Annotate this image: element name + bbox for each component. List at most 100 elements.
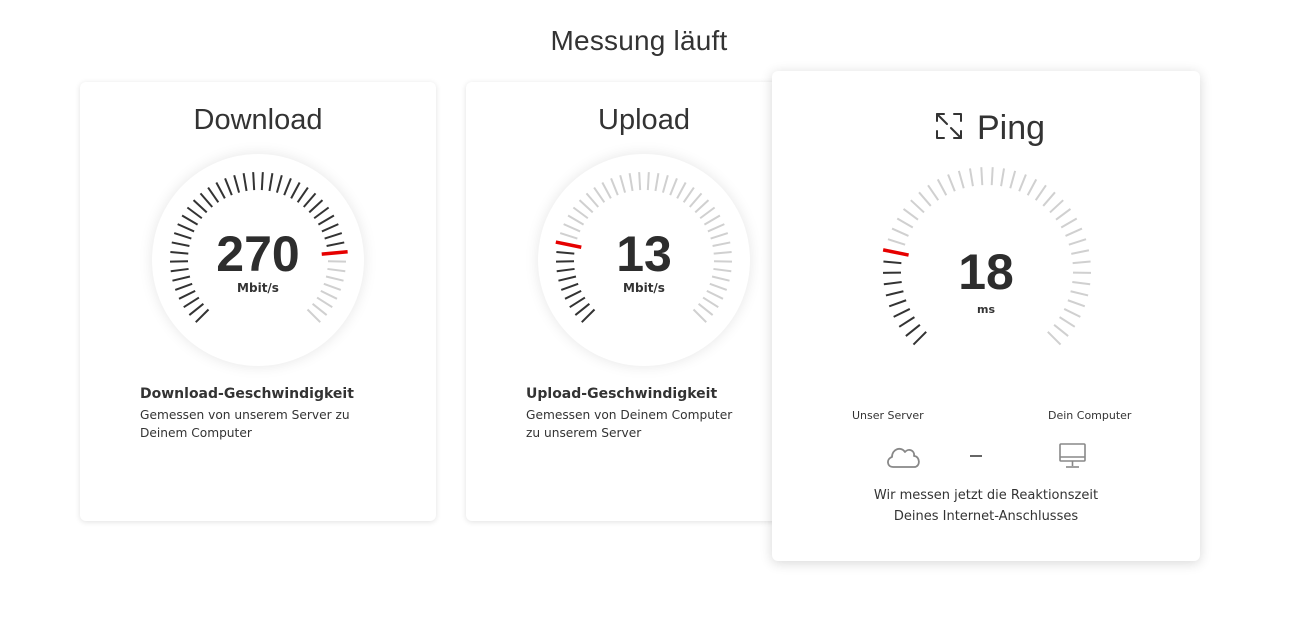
upload-gauge-tick (697, 303, 714, 316)
upload-gauge-tick (682, 186, 695, 203)
ping-gauge-tick (891, 227, 909, 237)
ping-footer-line2: Deines Internet-Anschlusses (893, 509, 1079, 524)
download-gauge-tick (296, 186, 309, 203)
upload-heading: Upload-Geschwindigkeit (526, 386, 718, 402)
download-unit: Mbit/s (237, 281, 279, 295)
download-gauge-tick (224, 178, 233, 196)
monitor-icon (1059, 443, 1086, 468)
download-gauge-tick (183, 296, 200, 309)
server-label: Unser Server (852, 409, 924, 422)
ping-gauge-tick (1034, 184, 1047, 201)
download-gauge-tick (181, 214, 199, 226)
ping-gauge-tick (910, 199, 925, 214)
upload-gauge-tick (638, 172, 642, 191)
download-gauge-tick (308, 199, 324, 214)
ping-gauge-tick (968, 168, 974, 187)
download-gauge-tick (215, 182, 226, 199)
upload-gauge: 13 Mbit/s (538, 154, 750, 366)
download-gauge-tick (316, 296, 333, 309)
ping-gauge-tick (1059, 316, 1076, 328)
upload-gauge-tick (688, 192, 703, 208)
download-gauge-tick (186, 206, 203, 220)
ping-gauge-tick (927, 184, 940, 201)
upload-card: Upload 13 Mbit/s Upload-Geschwindigkeit … (466, 82, 822, 521)
ping-gauge-tick (936, 178, 948, 196)
download-gauge: 270 Mbit/s (152, 154, 364, 366)
download-description: Gemessen von unserem Server zu Deinem Co… (140, 408, 350, 440)
download-gauge-tick (306, 308, 321, 323)
download-gauge-tick (199, 192, 214, 208)
upload-gauge-tick (628, 173, 634, 192)
upload-gauge-tick (601, 182, 612, 199)
download-gauge-tick (242, 173, 248, 192)
upload-gauge-tick (593, 186, 606, 203)
upload-gauge-tick (699, 206, 716, 220)
ping-gauge-tick (902, 208, 919, 221)
download-gauge-tick (275, 175, 283, 193)
ping-gauge-tick (1042, 191, 1056, 207)
download-value: 270 (216, 226, 300, 282)
upload-gauge-tick (654, 173, 660, 192)
ping-gauge-tick (918, 191, 932, 207)
download-gauge-tick (192, 199, 208, 214)
ping-header: Ping (772, 107, 1200, 155)
dash-icon (970, 455, 982, 457)
ping-gauge-tick (1055, 208, 1072, 221)
ping-gauge-tick (1049, 199, 1064, 214)
upload-gauge-tick (610, 178, 619, 196)
computer-label: Dein Computer (1048, 409, 1132, 422)
download-heading: Download-Geschwindigkeit (140, 386, 354, 402)
upload-gauge-tick (569, 296, 586, 309)
upload-gauge-tick (676, 182, 687, 199)
download-gauge-tick (313, 206, 330, 220)
page-title: Messung läuft (550, 25, 728, 56)
upload-description: Gemessen von Deinem Computer zu unserem … (526, 408, 733, 440)
ping-gauge-tick (1026, 178, 1038, 196)
download-gauge-tick (268, 173, 274, 192)
ping-gauge-tick (1060, 217, 1078, 229)
download-gauge-tick (188, 303, 205, 316)
download-card: Download 270 Mbit/s Download-Geschwindig… (80, 82, 436, 521)
upload-gauge-tick (646, 172, 650, 191)
download-gauge-tick (207, 186, 220, 203)
upload-gauge-tick (694, 199, 710, 214)
upload-gauge-tick (703, 214, 721, 226)
ping-gauge-tick (990, 167, 994, 186)
upload-gauge-tick (692, 308, 707, 323)
upload-gauge-tick (702, 296, 719, 309)
download-title: Download (193, 104, 323, 136)
upload-value: 13 (616, 226, 672, 282)
ping-gauge-tick (980, 167, 984, 186)
upload-gauge-tick (669, 178, 678, 196)
ping-gauge-tick (912, 331, 927, 346)
ping-value: 18 (958, 244, 1014, 300)
upload-gauge-tick (574, 303, 591, 316)
upload-gauge-tick (578, 199, 594, 214)
ping-gauge-tick (957, 170, 965, 189)
ping-card: Ping 18 ms Unser Server Dein Computer Wi… (772, 71, 1200, 561)
ping-gauge-tick (898, 316, 915, 328)
ping-footer: Wir messen jetzt die Reaktionszeit Deine… (772, 485, 1200, 527)
ping-gauge-tick (905, 324, 921, 337)
download-gauge-tick (290, 182, 301, 199)
ping-gauge-tick (1000, 168, 1006, 187)
ping-gauge-tick (1009, 170, 1017, 189)
upload-gauge-tick (585, 192, 600, 208)
download-gauge-tick (302, 192, 317, 208)
ping-gauge-tick (896, 217, 914, 229)
ping-gauge-tick (947, 174, 956, 192)
expand-arrows-icon (936, 113, 962, 139)
download-gauge-tick (252, 172, 256, 191)
ping-gauge-tick (1018, 174, 1027, 192)
upload-unit: Mbit/s (623, 281, 665, 295)
ping-gauge-tick (1047, 331, 1062, 346)
upload-gauge-tick (661, 175, 669, 193)
ping-footer-line1: Wir messen jetzt die Reaktionszeit (873, 488, 1099, 503)
download-gauge-tick (233, 175, 241, 193)
upload-gauge-tick (619, 175, 627, 193)
upload-gauge-tick (567, 214, 585, 226)
download-gauge-tick (260, 172, 264, 191)
ping-unit: ms (976, 303, 995, 316)
upload-gauge-tick (572, 206, 589, 220)
download-gauge-tick (311, 303, 328, 316)
